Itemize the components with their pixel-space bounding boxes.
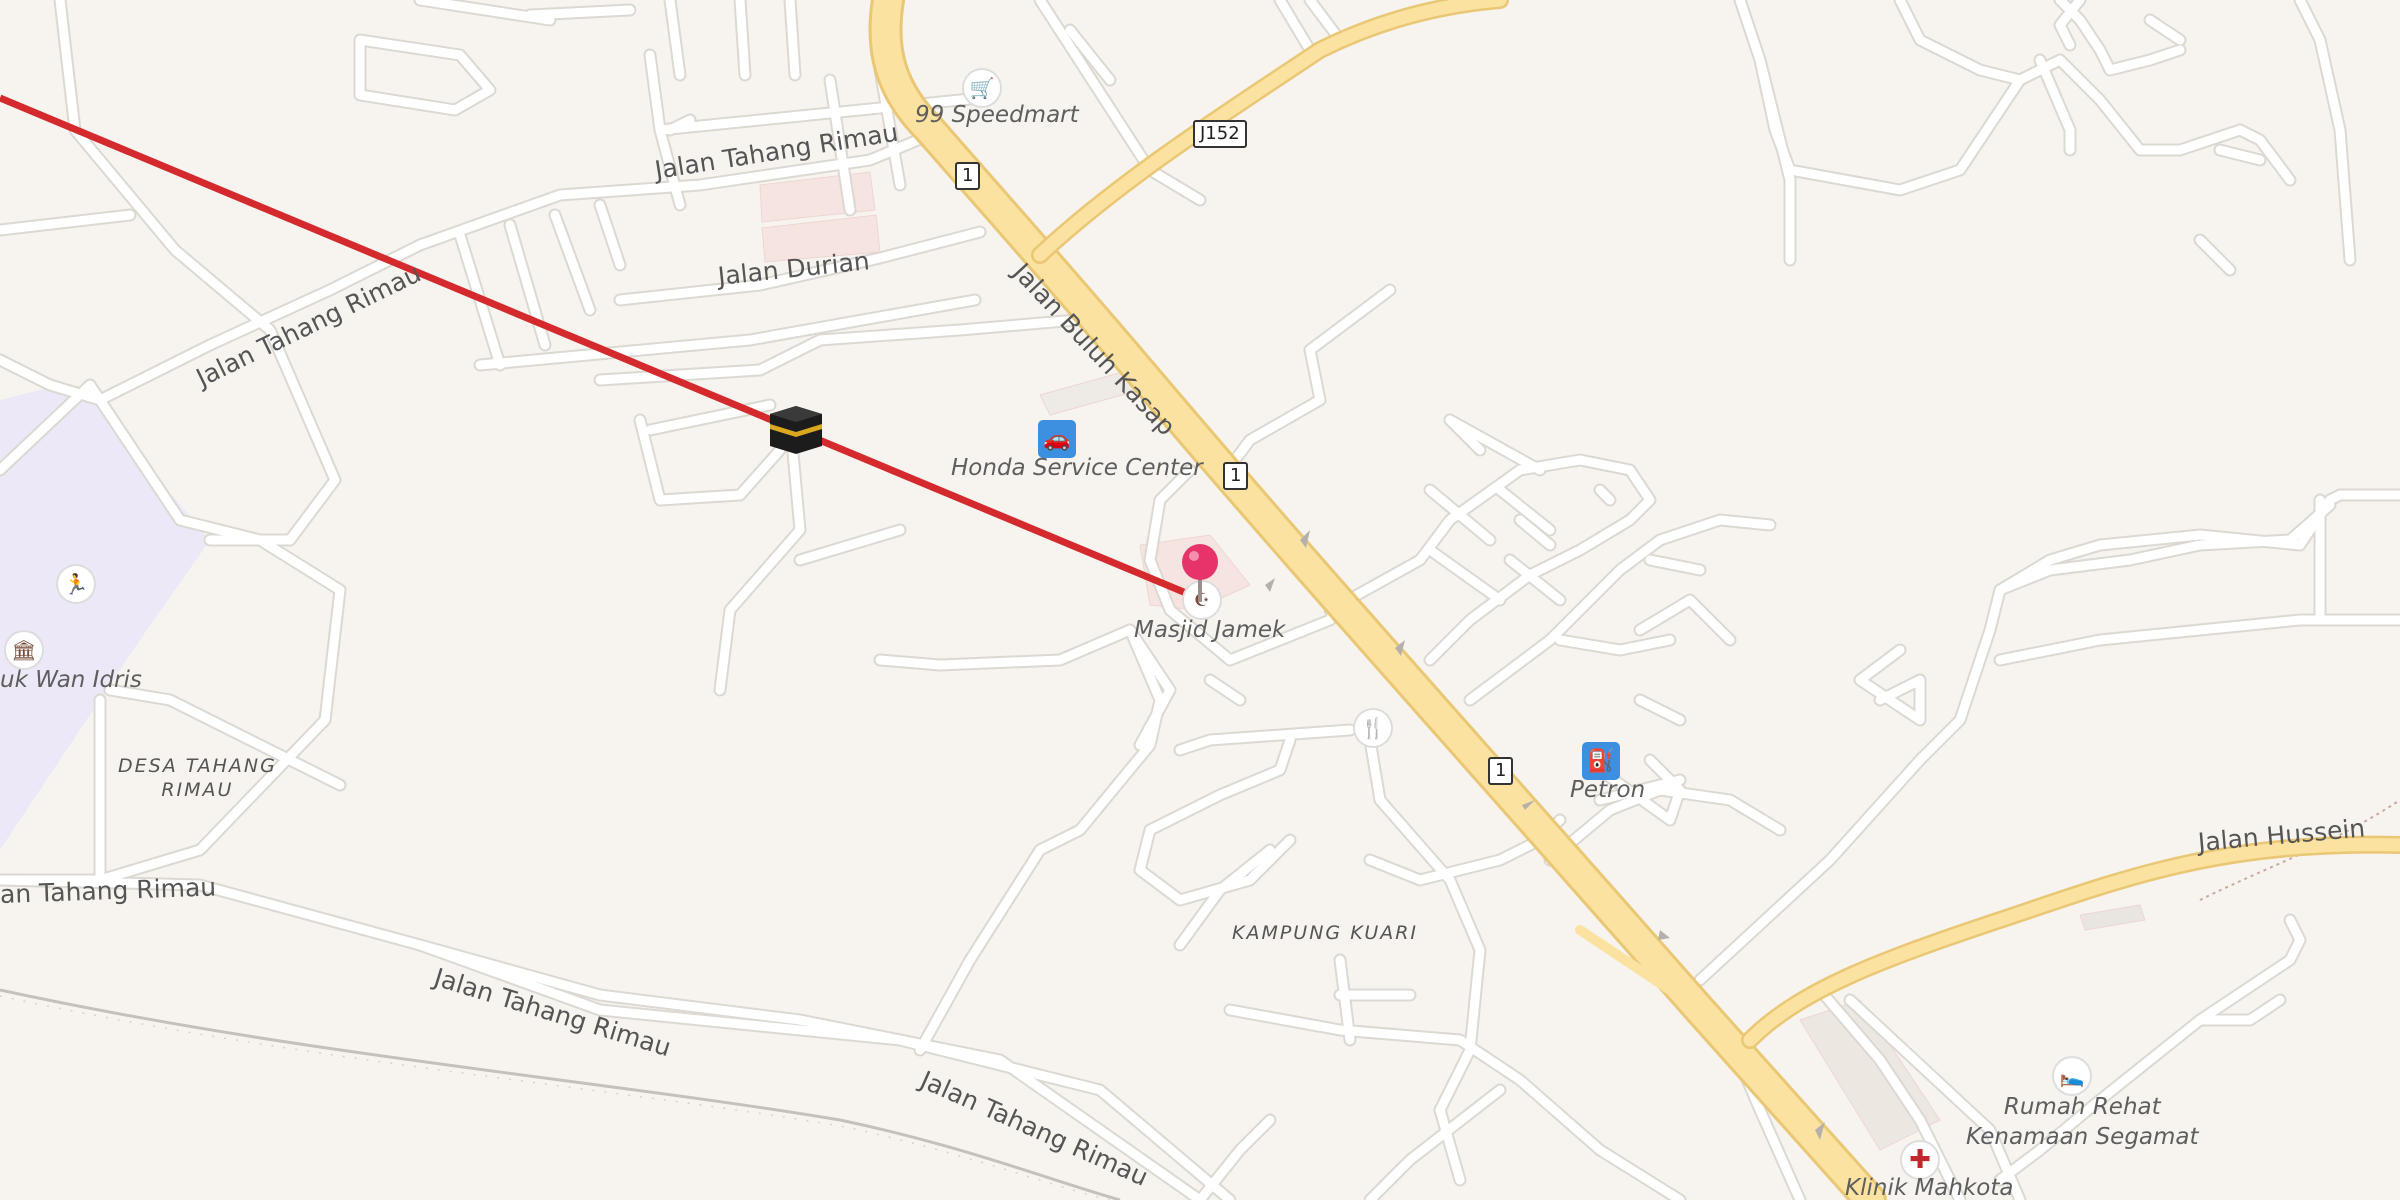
car-icon[interactable]: 🚗 [1038,420,1076,458]
minor-road [2215,145,2265,165]
kaaba-glyph [770,406,822,454]
minor-road [1645,555,1705,575]
location-pin-icon[interactable] [1180,542,1220,604]
minor-road-casing [1463,513,1777,707]
minor-road [1035,0,1205,205]
minor-road [550,210,595,315]
poi-label-rumah-rehat[interactable]: Rumah Rehat Kenamaan Segamat [1966,1092,2199,1152]
minor-road [1215,285,1395,485]
area-label-kampung-kuari: KAMPUNG KUARI [1232,922,1419,944]
minor-road [1135,735,1295,905]
minor-road [875,625,1135,670]
poi-label-klinik-mahkota[interactable]: Klinik Mahkota [1845,1175,2013,1200]
map-view[interactable]: Jalan Tahang Rimau Jalan Durian Jalan Ta… [0,0,2400,1200]
restaurant-icon[interactable]: 🍴 [1353,708,1393,748]
medical-cross-icon[interactable]: ✚ [1900,1140,1940,1180]
minor-road [735,0,750,80]
minor-road [795,525,905,565]
minor-road [1855,645,1925,725]
fuel-icon[interactable]: ⛽ [1582,742,1620,780]
running-icon[interactable]: 🏃 [56,564,96,604]
minor-road [1445,415,1545,475]
minor-road [1275,0,1315,55]
minor-road [1895,0,2025,85]
poi-label-masjid-jamek[interactable]: Masjid Jamek [1134,617,1285,643]
minor-road [595,200,625,270]
route-shield-1-north: 1 [955,162,981,190]
route-shield-1-middle: 1 [1223,462,1249,490]
minor-road [2195,235,2235,275]
poi-label-99-speedmart[interactable]: 99 Speedmart [915,102,1079,128]
area-label-desa-tahang-rimau: DESA TAHANG RIMAU [118,755,277,801]
minor-road [525,5,635,20]
minor-road [915,625,1165,1055]
route-shield-1-south: 1 [1488,757,1514,785]
minor-road [665,0,685,80]
poi-label-uk-wan-idris[interactable]: uk Wan Idris [0,667,142,693]
pin-glyph [1182,544,1218,602]
poi-label-petron[interactable]: Petron [1570,777,1645,803]
minor-road [1735,0,2295,195]
minor-road [1755,55,1795,265]
minor-road [1425,545,1505,605]
poi-label-honda-service-center[interactable]: Honda Service Center [951,455,1203,481]
bed-icon[interactable]: 🛌 [2052,1056,2092,1096]
minor-road-casing [713,413,807,697]
minor-road [785,0,800,80]
route-shield-j152: J152 [1193,120,1247,148]
building-icon[interactable]: 🏛 [4,630,44,670]
minor-road [1195,1115,1275,1200]
major-roads [868,0,2400,1200]
kaaba-icon[interactable] [768,404,824,456]
